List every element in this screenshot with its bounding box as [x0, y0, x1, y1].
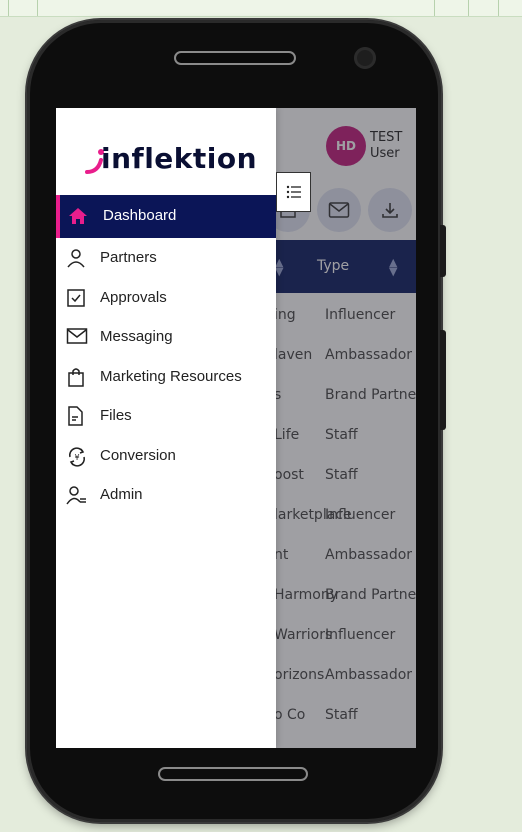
home-icon [67, 206, 89, 230]
menu-list-icon [286, 185, 301, 199]
nav-item-label: Messaging [100, 328, 173, 345]
nav-item-label: Files [100, 407, 132, 424]
checkbox-icon [66, 288, 86, 312]
user-icon [66, 248, 86, 272]
nav-item-label: Approvals [100, 289, 167, 306]
nav-item-label: Partners [100, 249, 157, 266]
volume-button [440, 225, 446, 277]
phone-screen: HD TEST User ▲ ▼ Type ▲ ▼ ing Influencer lav… [56, 108, 416, 748]
shopping-bag-icon [66, 367, 86, 391]
home-bar [158, 767, 308, 781]
nav-item-label: Dashboard [103, 207, 177, 224]
user-settings-icon [66, 485, 88, 509]
power-button [440, 330, 446, 430]
nav-item-label: Conversion [100, 447, 176, 464]
nav-item-label: Marketing Resources [100, 368, 242, 385]
svg-text:¥: ¥ [74, 453, 79, 462]
top-ruler [0, 0, 522, 17]
nav-item-label: Admin [100, 486, 143, 503]
file-icon [66, 406, 84, 430]
front-camera [354, 47, 376, 69]
phone-frame: HD TEST User ▲ ▼ Type ▲ ▼ ing Influencer lav… [27, 20, 446, 822]
speaker-grille [174, 51, 296, 65]
nav-drawer: inflektion Dashboard Partners Approvals Mes… [56, 108, 276, 748]
mail-icon [66, 327, 88, 349]
logo-text: inflektion [101, 142, 258, 175]
currency-exchange-icon: ¥ [66, 446, 88, 472]
drawer-toggle-button[interactable] [276, 172, 311, 212]
